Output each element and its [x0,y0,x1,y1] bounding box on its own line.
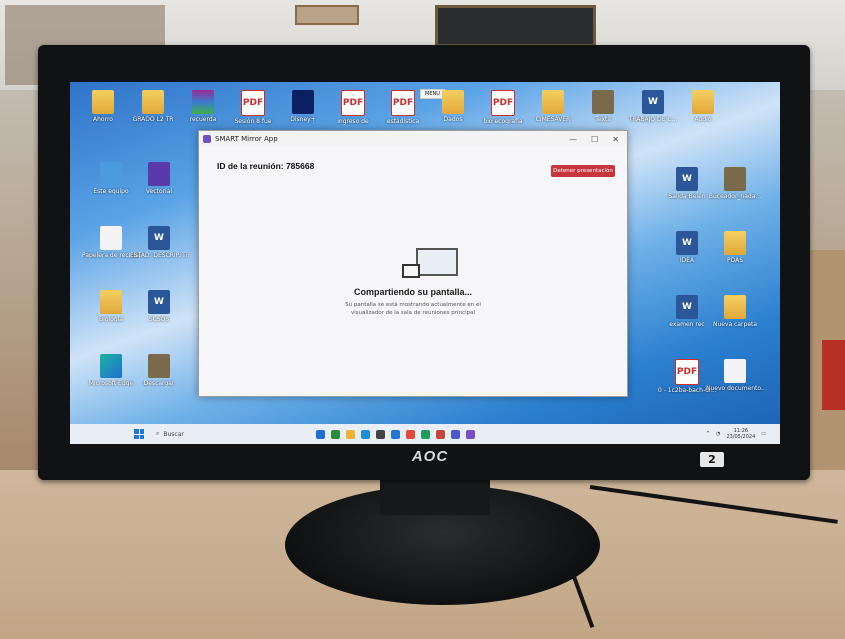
pc-icon [100,162,122,186]
start-button[interactable] [134,429,144,439]
desktop-icon-label: ESTAD. DESCRIP. TRABAJO DE BG... [130,252,188,259]
folder-icon [724,231,746,255]
pdf-icon: PDF [241,90,265,116]
search-icon: ⌕ [156,430,160,437]
disney-icon [292,90,314,114]
desktop-screen: MENU SMART Mirror App — ☐ ✕ ID de la reu… [70,82,780,444]
window-titlebar[interactable]: SMART Mirror App — ☐ ✕ [199,131,627,147]
desktop-icon[interactable]: W ESTAD. DESCRIP. TRABAJO DE BG... [130,226,188,259]
minimize-button[interactable]: — [569,135,577,144]
close-button[interactable]: ✕ [612,135,619,144]
word-icon: W [148,290,170,314]
word-icon: W [676,231,698,255]
desktop-icon-label: Buceador_nada... [708,193,762,200]
folder-icon [542,90,564,114]
system-tray: ^ ◔ 11:26 23/05/2024 ▭ [706,428,780,440]
laptop-icon [402,264,420,278]
taskbar-app-icon[interactable] [376,429,385,439]
desktop-icon[interactable]: W SCSOS [130,290,188,323]
folder-icon [442,90,464,114]
sharing-status-title: Compartiendo su pantalla... [353,287,472,297]
taskbar: ⌕ Buscar ^ ◔ 11:26 23/05/2024 ▭ [70,424,780,444]
red-book [822,340,845,410]
sharing-desc-line: Su pantalla se está mostrando actualment… [345,302,481,308]
folder-icon [142,90,164,114]
img-icon [148,354,170,378]
wall-picture [295,5,359,25]
taskbar-app-icon[interactable] [391,429,400,439]
pdf-icon: PDF [341,90,365,116]
window-title: SMART Mirror App [215,135,278,143]
desktop-icon[interactable]: Nuevo documento... [706,359,764,392]
word-icon: W [148,226,170,250]
folder-icon [92,90,114,114]
app-icon [148,162,170,186]
monitor-brand-logo: AOC [411,448,449,465]
pdf-icon: PDF [391,90,415,116]
folder-icon [100,290,122,314]
desktop-icon-label: PDAS [726,257,744,264]
sharing-desc-line: visualizador de la sala de reuniones pri… [350,310,476,316]
stop-presentation-button[interactable]: Detener presentación [551,165,615,177]
taskbar-search[interactable]: ⌕ Buscar [156,430,266,438]
taskbar-app-icon[interactable] [361,429,370,439]
clock[interactable]: 11:26 23/05/2024 [726,428,755,440]
monitor-badge: 2 [700,452,724,467]
desktop-icon-label: Audio [694,116,712,123]
img-icon [724,167,746,191]
taskbar-app-icon[interactable] [421,429,430,439]
desktop-icon[interactable]: Descargar [130,354,188,387]
desktop-icon-label: SCSOS [148,316,170,323]
taskbar-app-icon[interactable] [316,429,325,439]
folder-icon [724,295,746,319]
desktop-icon[interactable]: Vectorial [130,162,188,195]
rar-icon [192,90,214,114]
taskbar-app-icon[interactable] [331,429,340,439]
taskbar-app-icon[interactable] [436,429,445,439]
chevron-up-icon[interactable]: ^ [706,431,710,437]
maximize-button[interactable]: ☐ [591,135,598,144]
word-icon: W [676,295,698,319]
word-icon: W [676,167,698,191]
desktop-icon[interactable]: PDAS [706,231,764,264]
img-icon [592,90,614,114]
monitor-neck [380,480,490,515]
smart-mirror-window: SMART Mirror App — ☐ ✕ ID de la reunión:… [198,130,628,397]
search-placeholder: Buscar [163,430,184,438]
screen-share-illustration [402,248,458,278]
pdf-icon: PDF [675,359,699,385]
folder-icon [692,90,714,114]
monitor-icon [416,248,458,276]
taskbar-app-icon[interactable] [346,429,355,439]
file-icon [100,226,122,250]
file-icon [724,359,746,383]
desktop-icon-label: Nueva carpeta [712,321,758,328]
clock-date: 23/05/2024 [726,434,756,440]
desktop-icon[interactable]: Nueva carpeta [706,295,764,328]
app-logo-icon [203,135,211,143]
taskbar-apps [316,429,475,439]
desktop-icon-label: Descargar [143,380,175,387]
meeting-id: ID de la reunión: 785668 [217,161,315,171]
taskbar-app-icon[interactable] [451,429,460,439]
notification-icon[interactable]: ▭ [761,431,766,437]
desktop-icon-label: Vectorial [145,188,173,195]
wall-board [435,5,596,47]
desktop-icon[interactable]: Audio [674,90,732,123]
desktop-icon[interactable]: Buceador_nada... [706,167,764,200]
word-icon: W [642,90,664,114]
desktop-icon-label: Nuevo documento... [706,385,764,392]
taskbar-app-icon[interactable] [466,429,475,439]
taskbar-app-icon[interactable] [406,429,415,439]
sharing-status-description: Su pantalla se está mostrando actualment… [199,301,627,317]
pdf-icon: PDF [491,90,515,116]
wifi-icon[interactable]: ◔ [716,431,720,437]
edge-icon [100,354,122,378]
